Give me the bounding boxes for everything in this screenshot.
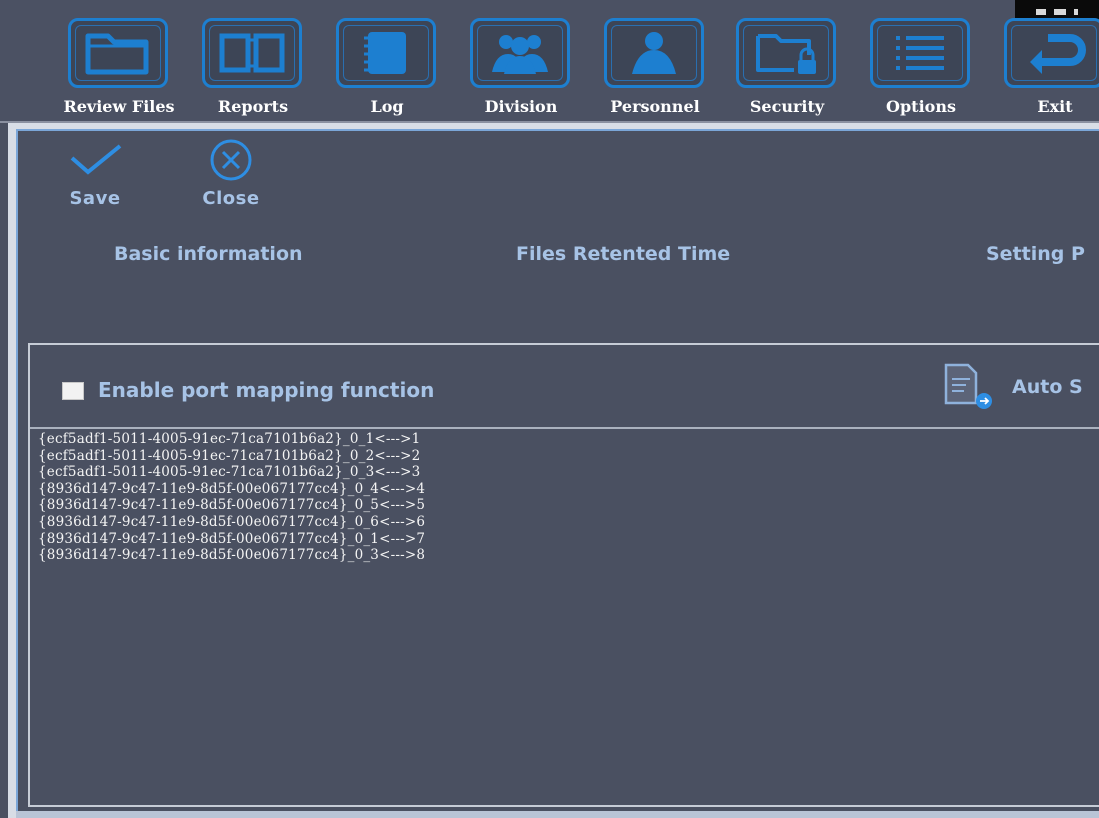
book-icon <box>202 18 302 88</box>
list-item: {8936d147-9c47-11e9-8d5f-00e067177cc4}_0… <box>38 547 426 564</box>
document-export-icon <box>944 363 992 409</box>
toolbar-label: Security <box>749 97 825 116</box>
toolbar-security-button[interactable]: Security <box>720 18 854 122</box>
return-arrow-icon <box>1004 18 1099 88</box>
list-item: {ecf5adf1-5011-4005-91ec-71ca7101b6a2}_0… <box>38 447 421 464</box>
toolbar-division-button[interactable]: Division <box>454 18 588 122</box>
enable-port-mapping-checkbox[interactable] <box>62 382 84 400</box>
toolbar-exit-button[interactable]: Exit <box>988 18 1099 122</box>
toolbar-reports-button[interactable]: Reports <box>186 18 320 122</box>
toolbar-options-button[interactable]: Options <box>854 18 988 122</box>
list-item: {8936d147-9c47-11e9-8d5f-00e067177cc4}_0… <box>38 480 426 497</box>
tab-setting[interactable]: Setting P <box>986 243 1099 265</box>
locked-folder-icon <box>736 18 836 88</box>
toolbar-label: Review Files <box>63 97 175 116</box>
top-toolbar: Review Files Reports Log Division Person… <box>0 0 1099 122</box>
checkmark-icon <box>70 144 122 175</box>
list-item: {8936d147-9c47-11e9-8d5f-00e067177cc4}_0… <box>38 530 426 547</box>
list-item: {ecf5adf1-5011-4005-91ec-71ca7101b6a2}_0… <box>38 431 421 447</box>
auto-label: Auto S <box>1012 376 1083 398</box>
toolbar-label: Exit <box>1037 97 1073 116</box>
auto-button[interactable]: Auto S <box>942 361 1099 411</box>
enable-port-mapping-label: Enable port mapping function <box>98 378 435 402</box>
save-label: Save <box>69 188 121 209</box>
frame-border <box>8 123 16 818</box>
tab-basic-information[interactable]: Basic information <box>114 243 303 265</box>
group-icon <box>470 18 570 88</box>
save-button[interactable]: Save <box>50 138 140 218</box>
list-item: {8936d147-9c47-11e9-8d5f-00e067177cc4}_0… <box>38 513 426 530</box>
panel-header: Enable port mapping function Auto S <box>30 345 1099 429</box>
toolbar-log-button[interactable]: Log <box>320 18 454 122</box>
tray-icon <box>1054 9 1066 15</box>
close-button[interactable]: Close <box>186 138 276 218</box>
list-item: {ecf5adf1-5011-4005-91ec-71ca7101b6a2}_0… <box>38 464 421 481</box>
toolbar-label: Personnel <box>610 97 700 116</box>
frame-border <box>16 129 18 818</box>
toolbar-personnel-button[interactable]: Personnel <box>588 18 722 122</box>
toolbar-label: Options <box>886 97 956 116</box>
port-mapping-panel: Enable port mapping function Auto S {ecf… <box>28 343 1099 807</box>
toolbar-label: Log <box>370 97 404 116</box>
close-label: Close <box>202 188 260 209</box>
notebook-icon <box>336 18 436 88</box>
toolbar-label: Division <box>484 97 558 116</box>
folder-icon <box>68 18 168 88</box>
close-circle-icon <box>210 139 252 181</box>
tray-icon <box>1074 9 1078 15</box>
person-icon <box>604 18 704 88</box>
list-item: {8936d147-9c47-11e9-8d5f-00e067177cc4}_0… <box>38 497 426 514</box>
port-mapping-list: {ecf5adf1-5011-4005-91ec-71ca7101b6a2}_0… <box>38 431 425 564</box>
frame-border <box>16 129 1099 131</box>
toolbar-review-files-button[interactable]: Review Files <box>52 18 186 122</box>
tab-files-retented-time[interactable]: Files Retented Time <box>516 243 730 265</box>
frame-border <box>16 811 1099 818</box>
toolbar-label: Reports <box>217 97 289 116</box>
list-icon <box>870 18 970 88</box>
tray-icon <box>1036 9 1046 15</box>
